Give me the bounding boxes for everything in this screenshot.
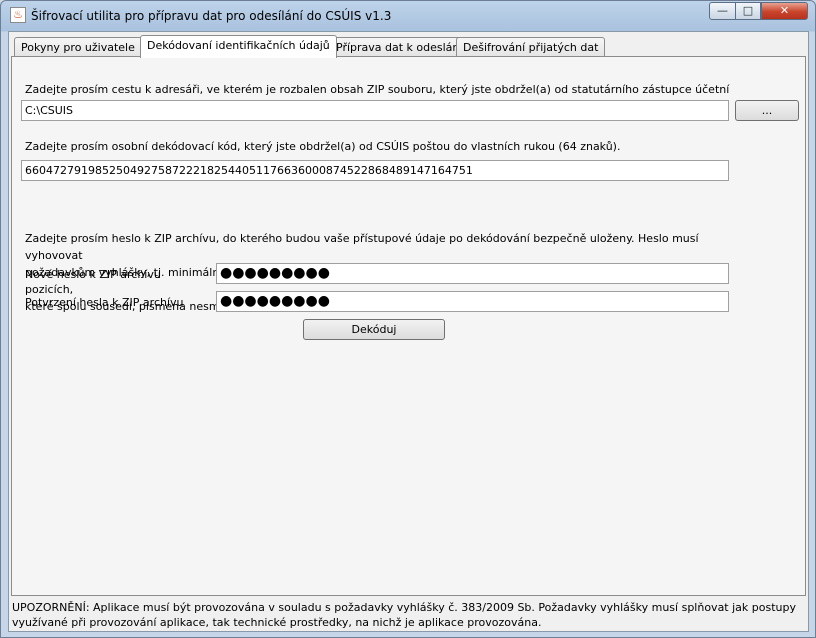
client-area: Pokyny pro uživatele Dekódovaní identifi… <box>8 31 809 632</box>
decode-code-input[interactable]: 6604727919852504927587222182544051176636… <box>21 160 729 181</box>
title-bar[interactable]: ♨ Šifrovací utilita pro přípravu dat pro… <box>1 1 815 31</box>
warning-line: UPOZORNĚNÍ: Aplikace musí být provozován… <box>12 601 796 614</box>
tab-decrypt-received[interactable]: Dešifrování přijatých dat <box>456 37 606 57</box>
code-label: Zadejte prosím osobní dekódovací kód, kt… <box>25 140 621 153</box>
confirm-password-label: Potvrzení hesla k ZIP archívu <box>25 296 184 309</box>
new-password-label: Nové heslo k ZIP archívu <box>25 268 161 281</box>
decode-panel: Zadejte prosím cestu k adresáři, ve kter… <box>11 56 806 596</box>
java-cup-icon: ♨ <box>10 7 26 23</box>
warning-line: využívané při provozování aplikace, tak … <box>12 616 542 629</box>
path-label: Zadejte prosím cestu k adresáři, ve kter… <box>25 83 730 96</box>
tab-instructions[interactable]: Pokyny pro uživatele <box>14 37 142 57</box>
path-input[interactable]: C:\CSUIS <box>21 100 729 121</box>
confirm-password-input[interactable]: ●●●●●●●●● <box>216 291 729 312</box>
maximize-button[interactable]: □ <box>735 2 761 20</box>
new-password-input[interactable]: ●●●●●●●●● <box>216 263 729 284</box>
window-title: Šifrovací utilita pro přípravu dat pro o… <box>31 9 392 23</box>
browse-button[interactable]: ... <box>735 100 799 121</box>
tab-prepare-data[interactable]: Příprava dat k odeslání <box>329 37 470 57</box>
warning-footer: UPOZORNĚNÍ: Aplikace musí být provozován… <box>11 600 806 630</box>
close-button[interactable]: ✕ <box>761 2 808 20</box>
password-description-line: Zadejte prosím heslo k ZIP archívu, do k… <box>25 232 699 262</box>
minimize-button[interactable]: — <box>709 2 736 20</box>
app-window: ♨ Šifrovací utilita pro přípravu dat pro… <box>0 0 816 638</box>
decode-button[interactable]: Dekóduj <box>303 319 445 340</box>
tab-decode-identification[interactable]: Dekódovaní identifikačních údajů <box>140 35 337 58</box>
